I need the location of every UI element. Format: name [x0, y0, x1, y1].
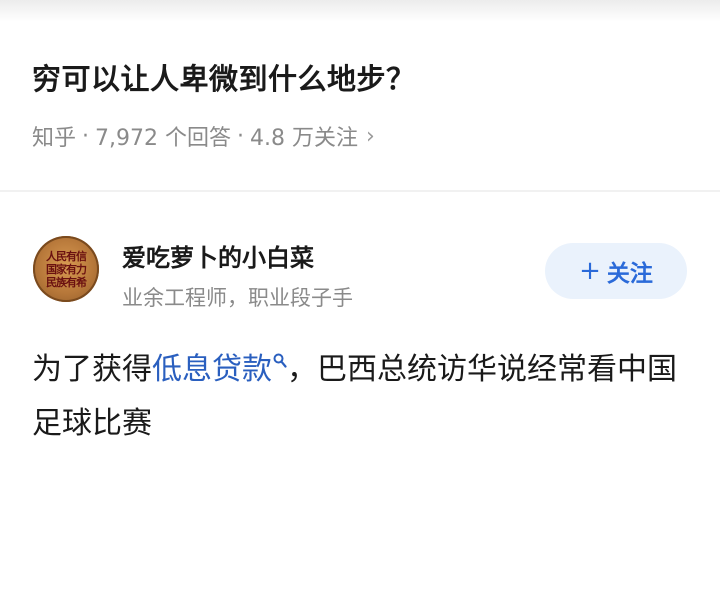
avatar-text: 人民有信: [46, 249, 87, 263]
search-icon[interactable]: [273, 353, 287, 369]
question-title[interactable]: 穷可以让人卑微到什么地步？: [32, 56, 692, 98]
avatar[interactable]: 人民有信 国家有力 民族有希: [33, 236, 99, 302]
answer-count: 7,972 个回答: [95, 126, 231, 151]
section-divider: [0, 190, 720, 192]
source-label: 知乎: [32, 126, 77, 151]
follower-count: 4.8 万关注: [250, 126, 358, 151]
follow-label: 关注: [606, 261, 653, 287]
meta-separator: ·: [82, 123, 90, 149]
plus-icon: +: [579, 256, 601, 286]
avatar-text: 国家有力: [46, 262, 87, 276]
avatar-text: 民族有希: [46, 275, 87, 289]
answer-text[interactable]: 为了获得低息贷款 ，巴西总统访华说经常看中国足球比赛: [32, 343, 692, 451]
author-name[interactable]: 爱吃萝卜的小白菜: [122, 238, 314, 273]
follow-button[interactable]: + 关注: [545, 243, 687, 299]
top-fade: [0, 0, 720, 22]
meta-separator: ·: [237, 123, 244, 149]
keyword-link[interactable]: 低息贷款: [152, 352, 272, 387]
question-meta[interactable]: 知乎 · 7,972 个回答 · 4.8 万关注 ›: [32, 120, 375, 152]
answer-text-start: 为了获得: [32, 352, 152, 387]
author-bio: 业余工程师，职业段子手: [122, 286, 353, 310]
chevron-right-icon[interactable]: ›: [366, 124, 375, 149]
